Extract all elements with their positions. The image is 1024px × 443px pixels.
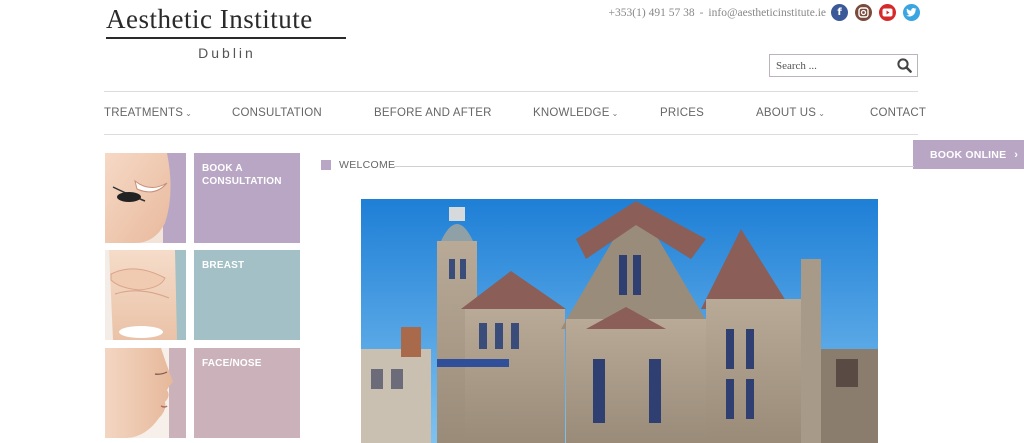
nav-label: BEFORE AND AFTER <box>374 107 492 119</box>
facebook-icon[interactable]: f <box>831 4 848 21</box>
contact-line: +353(1) 491 57 38- info@aestheticinstitut… <box>609 7 826 19</box>
face-nose-tile-image[interactable] <box>105 348 186 438</box>
logo-rule <box>106 37 346 39</box>
welcome-label: WELCOME <box>339 159 396 171</box>
nav-label: KNOWLEDGE <box>533 107 610 119</box>
instagram-icon[interactable] <box>855 4 872 21</box>
search-icon[interactable] <box>897 58 912 78</box>
logo-subtitle: Dublin <box>198 45 256 61</box>
nav-item-treatments[interactable]: TREATMENTS ⌄ <box>104 107 192 119</box>
nav-label: CONTACT <box>870 107 927 119</box>
breast-tile-image[interactable] <box>105 250 186 340</box>
main-nav: TREATMENTS ⌄ CONSULTATION BEFORE AND AFTE… <box>104 91 926 135</box>
nav-item-knowledge[interactable]: KNOWLEDGE ⌄ <box>533 107 618 119</box>
search-input[interactable] <box>770 59 890 72</box>
welcome-divider <box>394 166 914 167</box>
chevron-down-icon: ⌄ <box>611 109 619 118</box>
institute-building-photo <box>361 199 878 443</box>
twitter-icon[interactable] <box>903 4 920 21</box>
search-box <box>769 54 918 77</box>
chevron-right-icon: › <box>1014 148 1019 161</box>
book-consultation-tile[interactable]: BOOK A CONSULTATION <box>194 153 300 243</box>
bullet-square-icon <box>321 160 331 170</box>
nav-item-before-and-after[interactable]: BEFORE AND AFTER <box>374 107 492 119</box>
nav-label: TREATMENTS <box>104 107 184 119</box>
logo-title: Aesthetic Institute <box>106 4 313 34</box>
nav-item-about-us[interactable]: ABOUT US ⌄ <box>756 107 825 119</box>
chevron-down-icon: ⌄ <box>818 109 826 118</box>
nav-item-consultation[interactable]: CONSULTATION <box>232 107 322 119</box>
youtube-icon[interactable] <box>879 4 896 21</box>
chevron-down-icon: ⌄ <box>185 109 192 118</box>
logo[interactable]: Aesthetic Institute Dublin <box>106 4 348 61</box>
social-links: f <box>831 4 920 21</box>
nav-label: ABOUT US <box>756 107 817 119</box>
face-nose-tile[interactable]: FACE/NOSE <box>194 348 300 438</box>
welcome-heading: WELCOME <box>321 159 395 171</box>
email-link[interactable]: info@aestheticinstitute.ie <box>708 7 826 19</box>
phone-number[interactable]: +353(1) 491 57 38 <box>609 7 695 19</box>
nav-item-contact[interactable]: CONTACT <box>870 107 926 119</box>
book-online-button[interactable]: BOOK ONLINE › <box>913 140 1024 169</box>
nav-item-prices[interactable]: PRICES <box>660 107 704 119</box>
book-online-label: BOOK ONLINE <box>930 148 1007 161</box>
nav-label: CONSULTATION <box>232 107 322 119</box>
nav-label: PRICES <box>660 107 705 119</box>
contact-separator: - <box>699 7 704 19</box>
consultation-tile-image[interactable] <box>105 153 186 243</box>
breast-tile[interactable]: BREAST <box>194 250 300 340</box>
